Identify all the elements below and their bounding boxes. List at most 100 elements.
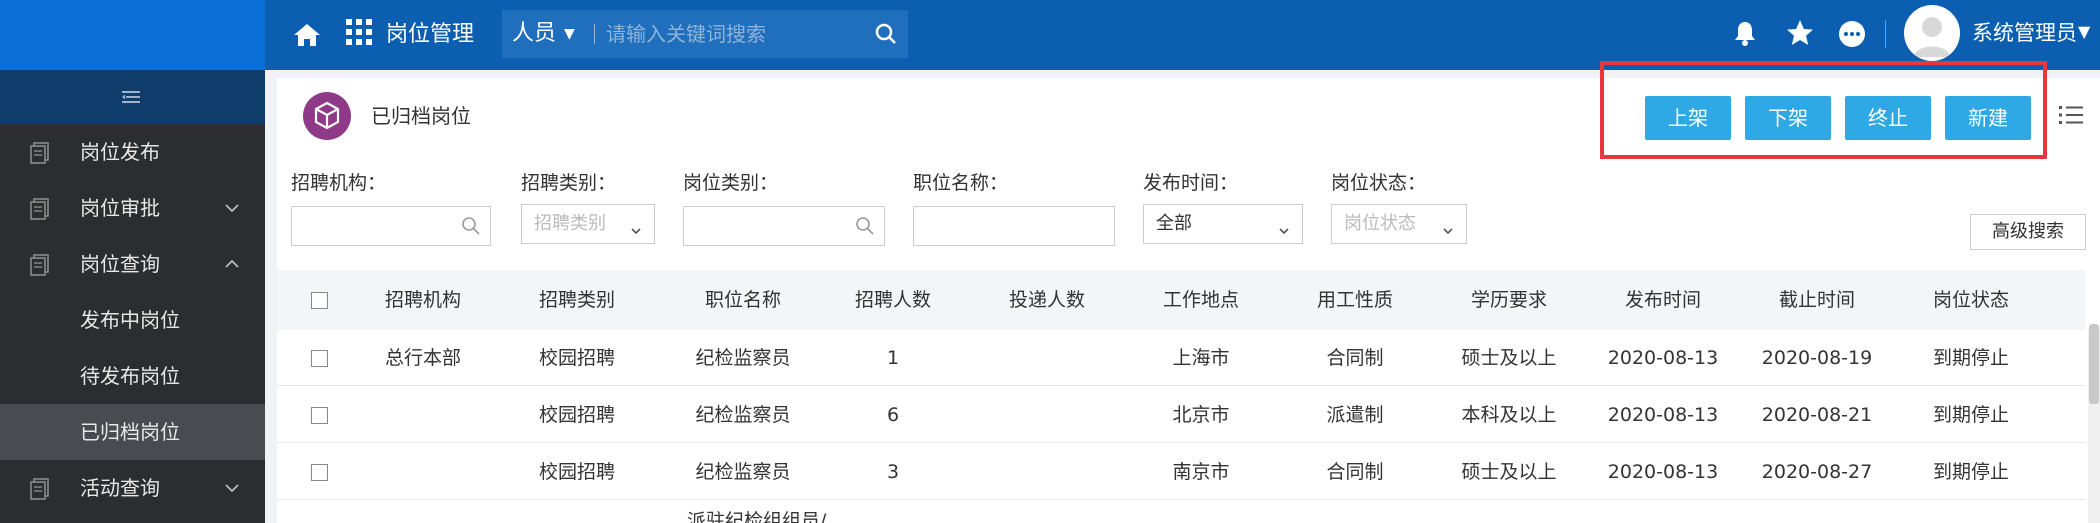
cell-status: 到期停止 — [1932, 347, 2009, 369]
column-header[interactable]: 截止时间 — [1757, 270, 1877, 330]
cell-job-name[interactable]: 纪检监察员 — [673, 387, 813, 443]
cell-job-name[interactable]: 纪检监察员 — [673, 330, 813, 386]
select-placeholder: 招聘类别 — [534, 213, 606, 234]
avatar[interactable] — [1904, 5, 1960, 61]
sidebar-item-activity-query[interactable]: 活动查询 — [0, 460, 265, 516]
org-field[interactable] — [291, 206, 491, 246]
sidebar-item-archived-posts[interactable]: 已归档岗位 — [0, 404, 265, 460]
search-icon[interactable] — [872, 20, 900, 48]
star-icon[interactable] — [1784, 17, 1816, 49]
page-title: 已归档岗位 — [371, 104, 471, 128]
sidebar-item-post-publish[interactable]: 岗位发布 — [0, 124, 265, 180]
recruit-type-select[interactable]: 招聘类别 — [521, 204, 655, 244]
chevron-down-icon — [1276, 215, 1292, 235]
column-header[interactable]: 工作地点 — [1141, 270, 1261, 330]
cell-job-name[interactable]: 派驻纪检组组员/ — [673, 508, 833, 523]
table-row[interactable]: 校园招聘 纪检监察员 3 南京市 合同制 硕士及以上 2020-08-13 20… — [277, 444, 2085, 500]
sidebar-item-label: 岗位发布 — [80, 140, 160, 164]
category-field[interactable] — [683, 206, 885, 246]
search-input[interactable] — [606, 10, 866, 58]
cell-type: 校园招聘 — [538, 461, 615, 483]
sidebar-item-label: 岗位查询 — [80, 252, 160, 276]
main-panel: 已归档岗位 上架 下架 终止 新建 招聘机构： 招聘类别： 招聘类别 岗位类别：… — [277, 61, 2100, 523]
column-header[interactable]: 职位名称 — [673, 270, 813, 330]
cube-icon — [303, 92, 351, 140]
document-icon — [30, 478, 50, 500]
sidebar-item-pending-posts[interactable]: 待发布岗位 — [0, 348, 265, 404]
module-title[interactable]: 岗位管理 — [386, 18, 474, 52]
column-header[interactable]: 投递人数 — [987, 270, 1107, 330]
top-bar: 岗位管理 人员 ▼ 系统管理员 ▼ — [0, 0, 2100, 70]
row-checkbox[interactable] — [311, 464, 328, 481]
apps-grid-icon[interactable] — [346, 19, 374, 47]
global-search: 人员 ▼ — [502, 10, 908, 58]
cell-location: 南京市 — [1172, 461, 1230, 483]
column-header[interactable]: 招聘机构 — [363, 270, 483, 330]
home-icon[interactable] — [290, 18, 324, 52]
header-divider — [1885, 20, 1886, 48]
cell-publish-date: 2020-08-13 — [1607, 404, 1719, 426]
cell-job-name[interactable]: 纪检监察员 — [673, 444, 813, 500]
chevron-down-icon — [1440, 215, 1456, 235]
cell-location: 北京市 — [1172, 404, 1230, 426]
search-scope-select[interactable]: 人员 ▼ — [512, 10, 575, 58]
chevron-down-icon — [222, 198, 242, 218]
filter-org-label: 招聘机构： — [291, 172, 387, 194]
column-header[interactable]: 用工性质 — [1295, 270, 1415, 330]
column-header[interactable]: 岗位状态 — [1911, 270, 2031, 330]
row-checkbox[interactable] — [311, 407, 328, 424]
list-view-icon[interactable] — [2058, 104, 2084, 126]
table-row-partial[interactable]: 派驻纪检组组员/ — [277, 504, 2085, 523]
search-icon[interactable] — [460, 215, 482, 237]
unpublish-button[interactable]: 下架 — [1745, 96, 1831, 140]
sidebar-item-label: 发布中岗位 — [80, 308, 180, 332]
row-checkbox[interactable] — [311, 350, 328, 367]
more-icon[interactable] — [1836, 18, 1868, 50]
collapse-menu-icon[interactable] — [120, 86, 142, 108]
table-row[interactable]: 总行本部 校园招聘 纪检监察员 1 上海市 合同制 硕士及以上 2020-08-… — [277, 330, 2085, 386]
sidebar-item-post-approval[interactable]: 岗位审批 — [0, 180, 265, 236]
cell-employment: 合同制 — [1326, 347, 1384, 369]
column-header[interactable]: 发布时间 — [1603, 270, 1723, 330]
column-header[interactable]: 招聘类别 — [517, 270, 637, 330]
column-header[interactable]: 招聘人数 — [833, 270, 953, 330]
filter-status-label: 岗位状态： — [1331, 172, 1427, 194]
post-status-select[interactable]: 岗位状态 — [1331, 204, 1467, 244]
cell-publish-date: 2020-08-13 — [1607, 461, 1719, 483]
document-icon — [30, 142, 50, 164]
bell-icon[interactable] — [1730, 18, 1760, 48]
cell-location: 上海市 — [1172, 347, 1230, 369]
select-all-checkbox[interactable] — [311, 292, 328, 309]
user-name[interactable]: 系统管理员 — [1972, 18, 2077, 48]
scrollbar-thumb[interactable] — [2089, 324, 2099, 404]
cell-publish-date: 2020-08-13 — [1607, 347, 1719, 369]
chevron-down-icon[interactable]: ▼ — [2078, 22, 2090, 41]
cell-education: 硕士及以上 — [1461, 461, 1557, 483]
filter-name-label: 职位名称： — [913, 172, 1009, 194]
cell-type: 校园招聘 — [538, 404, 615, 426]
search-icon[interactable] — [854, 215, 876, 237]
filter-category-label: 岗位类别： — [683, 172, 779, 194]
search-scope-label: 人员 — [512, 21, 557, 46]
cell-deadline: 2020-08-19 — [1761, 347, 1873, 369]
sidebar-item-label: 已归档岗位 — [80, 420, 180, 444]
sidebar-item-published-posts[interactable]: 发布中岗位 — [0, 292, 265, 348]
job-name-field[interactable] — [913, 206, 1115, 246]
logo-area — [0, 0, 265, 70]
column-header[interactable]: 学历要求 — [1449, 270, 1569, 330]
publish-time-select[interactable]: 全部 — [1143, 204, 1303, 244]
sidebar-collapse-bar[interactable] — [0, 70, 265, 124]
sidebar-item-post-query[interactable]: 岗位查询 — [0, 236, 265, 292]
cell-headcount: 6 — [886, 404, 900, 426]
cell-headcount: 3 — [886, 461, 900, 483]
terminate-button[interactable]: 终止 — [1845, 96, 1931, 140]
search-divider — [594, 24, 595, 44]
create-button[interactable]: 新建 — [1945, 96, 2031, 140]
advanced-search-button[interactable]: 高级搜索 — [1970, 214, 2086, 250]
table-row[interactable]: 校园招聘 纪检监察员 6 北京市 派遣制 本科及以上 2020-08-13 20… — [277, 387, 2085, 443]
sidebar-item-label: 岗位审批 — [80, 196, 160, 220]
select-value: 全部 — [1156, 213, 1192, 234]
publish-button[interactable]: 上架 — [1645, 96, 1731, 140]
select-placeholder: 岗位状态 — [1344, 213, 1416, 234]
cell-deadline: 2020-08-27 — [1761, 461, 1873, 483]
